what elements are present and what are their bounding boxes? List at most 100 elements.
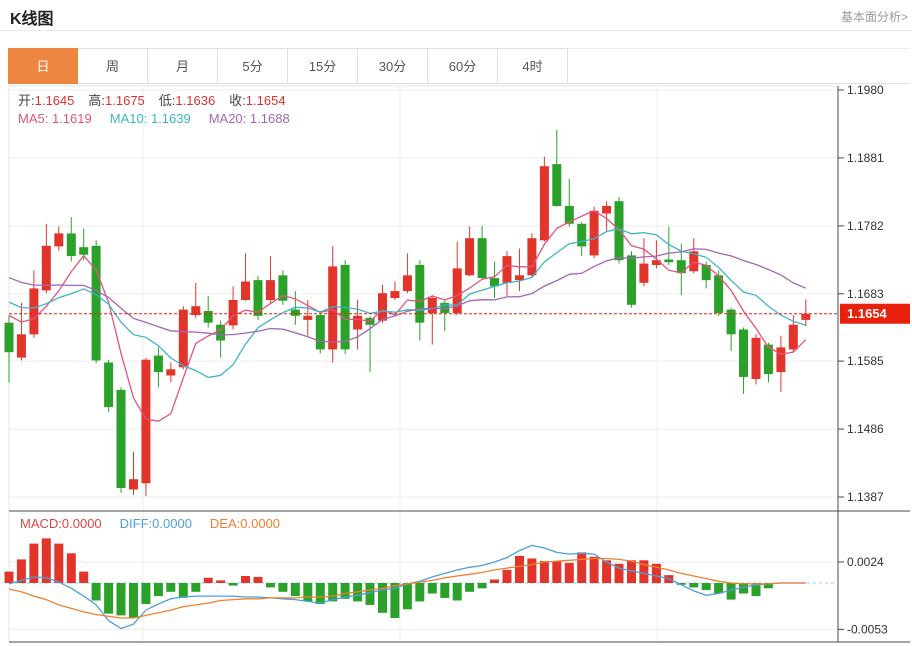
candle-body bbox=[290, 309, 300, 316]
candle-body bbox=[253, 280, 263, 316]
macd-bar bbox=[216, 580, 226, 583]
candle-body bbox=[228, 300, 238, 326]
dea-value: 0.0000 bbox=[240, 516, 281, 531]
candle-body bbox=[664, 259, 674, 263]
candle-body bbox=[328, 266, 338, 350]
macd-bar bbox=[664, 575, 674, 583]
candle-body bbox=[378, 293, 387, 321]
macd-bar bbox=[129, 583, 138, 618]
tab-15min[interactable]: 15分 bbox=[288, 48, 358, 84]
candle-body bbox=[315, 315, 325, 350]
macd-bar bbox=[602, 560, 612, 584]
macd-panel: 0.0024 -0.0053 bbox=[4, 538, 888, 636]
macd-axis-label: -0.0053 bbox=[847, 622, 888, 636]
candle-body bbox=[714, 275, 724, 313]
candle-body bbox=[4, 322, 14, 353]
candle-body bbox=[54, 233, 64, 247]
candle-body bbox=[689, 251, 699, 272]
candle-body bbox=[29, 288, 39, 335]
tab-month[interactable]: 月 bbox=[148, 48, 218, 84]
dea-label: DEA: bbox=[209, 516, 241, 531]
macd-bar bbox=[228, 583, 238, 586]
macd-bar bbox=[353, 583, 363, 602]
tab-30min[interactable]: 30分 bbox=[358, 48, 428, 84]
macd-bar bbox=[751, 583, 761, 597]
ma5-value: 1.1619 bbox=[51, 111, 92, 126]
diff-value: 0.0000 bbox=[152, 516, 192, 531]
tab-day[interactable]: 日 bbox=[8, 48, 78, 84]
macd-bar bbox=[676, 583, 686, 585]
ma5-line bbox=[8, 209, 807, 422]
candle-body bbox=[639, 263, 649, 283]
candle-body bbox=[141, 359, 151, 484]
macd-bar bbox=[365, 583, 375, 605]
candle-body bbox=[477, 238, 487, 278]
macd-bar bbox=[564, 562, 574, 583]
macd-bar bbox=[166, 583, 176, 592]
ma-readout: MA5: 1.1619 MA10: 1.1639 MA20: 1.1688 bbox=[18, 111, 290, 126]
candle-body bbox=[41, 245, 51, 291]
macd-bar bbox=[41, 538, 51, 583]
candle-body bbox=[265, 280, 275, 300]
price-axis: 1.1980 1.1881 1.1782 1.1683 1.1585 1.1486 1.13… bbox=[838, 83, 884, 504]
macd-bar bbox=[303, 583, 313, 602]
candle-body bbox=[16, 334, 26, 358]
macd-bar bbox=[502, 569, 512, 583]
candle-body bbox=[739, 329, 748, 377]
candle-body bbox=[676, 260, 686, 274]
candle-body bbox=[178, 309, 188, 368]
macd-bar bbox=[515, 555, 524, 583]
macd-bar bbox=[265, 583, 275, 588]
macd-bar bbox=[328, 583, 338, 602]
candle-body bbox=[465, 238, 475, 276]
macd-bar bbox=[627, 560, 636, 584]
candle-body bbox=[153, 355, 163, 373]
macd-bar bbox=[4, 571, 14, 583]
macd-bar bbox=[477, 583, 487, 589]
candle-body bbox=[515, 275, 524, 281]
macd-bar bbox=[577, 552, 587, 583]
candle-body bbox=[440, 302, 450, 314]
candle-body bbox=[390, 291, 400, 298]
tabbar-filler bbox=[568, 48, 910, 84]
header-divider bbox=[0, 30, 912, 31]
candle-body bbox=[66, 233, 76, 256]
macd-bar bbox=[739, 583, 748, 594]
macd-bar bbox=[701, 583, 711, 590]
macd-bar bbox=[253, 576, 263, 583]
ma-lines-group bbox=[8, 209, 807, 422]
macd-bar bbox=[552, 561, 562, 583]
macd-bar bbox=[153, 583, 163, 597]
candle-body bbox=[552, 164, 562, 206]
macd-bar bbox=[452, 583, 462, 601]
tab-5min[interactable]: 5分 bbox=[218, 48, 288, 84]
ma20-value: 1.1688 bbox=[249, 111, 290, 126]
ma10-value: 1.1639 bbox=[150, 111, 191, 126]
macd-axis-label: 0.0024 bbox=[847, 555, 884, 569]
candle-body bbox=[763, 344, 773, 375]
macd-bar bbox=[278, 583, 288, 592]
macd-bar bbox=[589, 556, 599, 584]
macd-bar bbox=[340, 583, 350, 599]
candle-body bbox=[203, 311, 213, 323]
current-price-group: 1.1654 bbox=[9, 303, 910, 324]
frame-group bbox=[8, 85, 910, 643]
kline-widget: K线图 基本面分析> 日周月 5分 15分 30分 60分 4时 1.1654 1.1980… bbox=[0, 0, 912, 646]
candle-body bbox=[751, 337, 761, 379]
candle-body bbox=[79, 247, 89, 255]
price-axis-label: 1.1980 bbox=[847, 83, 884, 97]
fundamental-analysis-link[interactable]: 基本面分析> bbox=[841, 8, 908, 25]
candle-body bbox=[452, 268, 462, 313]
macd-bar bbox=[402, 583, 412, 610]
candle-body bbox=[104, 362, 114, 408]
candle-body bbox=[602, 206, 612, 214]
candle-body bbox=[577, 223, 587, 247]
tab-4hour[interactable]: 4时 bbox=[498, 48, 568, 84]
diff-line bbox=[8, 544, 806, 630]
macd-bar bbox=[116, 583, 126, 616]
candle-body bbox=[241, 281, 250, 300]
candlestick-series bbox=[4, 129, 811, 497]
tab-week[interactable]: 周 bbox=[78, 48, 148, 84]
tab-60min[interactable]: 60分 bbox=[428, 48, 498, 84]
macd-bar bbox=[390, 583, 400, 618]
